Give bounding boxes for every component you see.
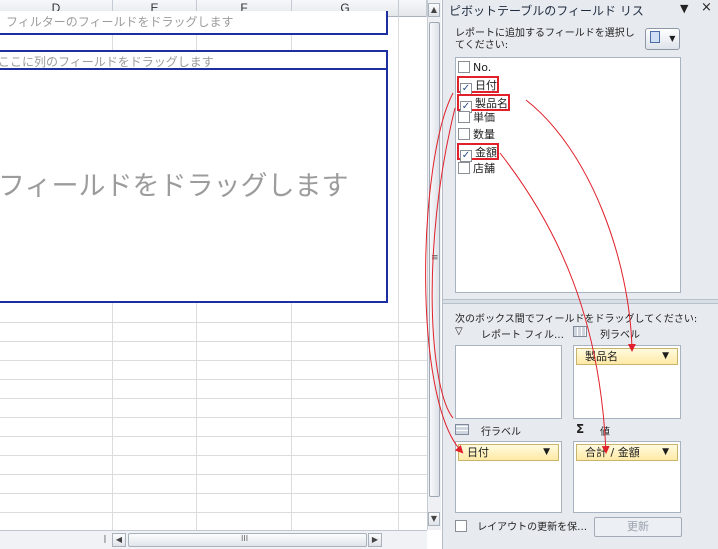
sheet-horizontal-scrollbar[interactable]: | ◀ III ▶ — [0, 530, 427, 549]
update-button[interactable]: 更新 — [594, 517, 682, 537]
scroll-left-icon[interactable]: ◀ — [112, 533, 126, 547]
column-field-pill[interactable]: 製品名 ▼ — [576, 348, 678, 365]
data-drop-hint: フィールドをドラッグします — [0, 171, 349, 202]
hscroll-thumb[interactable]: III — [128, 533, 367, 547]
column-labels-zone[interactable]: 製品名 ▼ — [573, 345, 681, 419]
drag-between-areas-text: 次のボックス間でフィールドをドラッグしてください: — [455, 314, 698, 325]
filter-drop-area[interactable]: フィルターのフィールドをドラッグします — [0, 11, 388, 35]
field-item-unit-price[interactable]: 単価 — [458, 110, 495, 127]
close-icon[interactable]: × — [701, 0, 712, 15]
row-labels-icon — [455, 424, 469, 435]
column-labels-icon — [573, 326, 587, 337]
pane-title: ピボットテーブルのフィールド リス — [449, 4, 644, 18]
filter-drop-hint: フィルターのフィールドをドラッグします — [6, 15, 234, 29]
field-item-product[interactable]: ✓ 製品名 — [457, 94, 510, 113]
field-label: 製品名 — [475, 97, 508, 110]
row-labels-zone[interactable]: 日付 ▼ — [455, 441, 562, 513]
column-header-h[interactable] — [399, 0, 427, 17]
field-label: 単価 — [473, 111, 495, 124]
sheet-vertical-scrollbar[interactable]: ▲ ≡ ▼ — [427, 0, 441, 530]
filter-icon: ▽ — [455, 326, 463, 337]
values-label: 値 — [600, 427, 610, 438]
vscroll-thumb[interactable]: ≡ — [429, 22, 440, 497]
defer-update-checkbox[interactable] — [455, 520, 467, 532]
field-label: 店舗 — [473, 162, 495, 175]
vscroll-grip-icon: ≡ — [431, 253, 439, 263]
scroll-right-icon[interactable]: ▶ — [368, 533, 382, 547]
values-zone[interactable]: 合計 / 金額 ▼ — [573, 441, 681, 513]
value-field-pill[interactable]: 合計 / 金額 ▼ — [576, 444, 678, 461]
field-label: 金額 — [475, 146, 497, 159]
scroll-up-icon[interactable]: ▲ — [428, 3, 440, 17]
row-field-label: 日付 — [467, 446, 489, 459]
row-field-pill[interactable]: 日付 ▼ — [458, 444, 559, 461]
field-checkbox[interactable] — [458, 128, 470, 140]
choose-fields-text: レポートに追加するフィールドを選択してください: — [455, 28, 635, 51]
report-filter-zone[interactable] — [455, 345, 562, 419]
field-list-box: No. ✓ 日付 ✓ 製品名 単価 数量 ✓ 金額 店舗 — [455, 57, 681, 293]
defer-update-row[interactable]: レイアウトの更新を保… — [455, 518, 587, 533]
field-checkbox[interactable] — [458, 162, 470, 174]
data-drop-area[interactable]: フィールドをドラッグします — [0, 68, 388, 303]
chevron-down-icon[interactable]: ▼ — [662, 445, 669, 460]
field-item-store[interactable]: 店舗 — [458, 161, 495, 178]
field-item-date[interactable]: ✓ 日付 — [457, 76, 499, 95]
layout-options-button[interactable]: ▼ — [645, 28, 680, 50]
field-item-quantity[interactable]: 数量 — [458, 127, 495, 144]
hscroll-grip-icon: III — [241, 534, 249, 543]
field-checkbox[interactable] — [458, 111, 470, 123]
field-checkbox[interactable] — [458, 61, 470, 73]
layout-options-icon — [650, 31, 660, 43]
value-field-label: 合計 / 金額 — [585, 446, 640, 459]
field-label: 日付 — [475, 79, 497, 92]
pane-menu-dropdown-icon[interactable]: ▼ — [680, 2, 688, 15]
defer-update-label: レイアウトの更新を保… — [477, 522, 588, 533]
spreadsheet-area[interactable]: D E F G フィルターのフィールドをドラッグします ここに列のフィールドをド… — [0, 0, 427, 549]
pivot-field-list-pane: ピボットテーブルのフィールド リス ▼ × レポートに追加するフィールドを選択し… — [442, 0, 718, 549]
chevron-down-icon[interactable]: ▼ — [543, 445, 550, 460]
column-field-label: 製品名 — [585, 350, 618, 363]
column-drop-area[interactable]: ここに列のフィールドをドラッグします — [0, 50, 388, 70]
chevron-down-icon: ▼ — [669, 34, 676, 43]
row-labels-label: 行ラベル — [481, 427, 521, 438]
field-item-no[interactable]: No. — [458, 60, 491, 77]
field-label: 数量 — [473, 128, 495, 141]
sigma-icon: Σ — [576, 422, 585, 436]
column-labels-label: 列ラベル — [600, 330, 640, 341]
split-handle[interactable]: | — [101, 533, 109, 547]
chevron-down-icon[interactable]: ▼ — [662, 349, 669, 364]
field-item-amount[interactable]: ✓ 金額 — [457, 143, 499, 162]
scroll-down-icon[interactable]: ▼ — [428, 512, 440, 526]
field-label: No. — [473, 61, 492, 74]
pane-splitter[interactable] — [443, 299, 718, 304]
report-filter-label: レポート フィル… — [481, 330, 564, 341]
